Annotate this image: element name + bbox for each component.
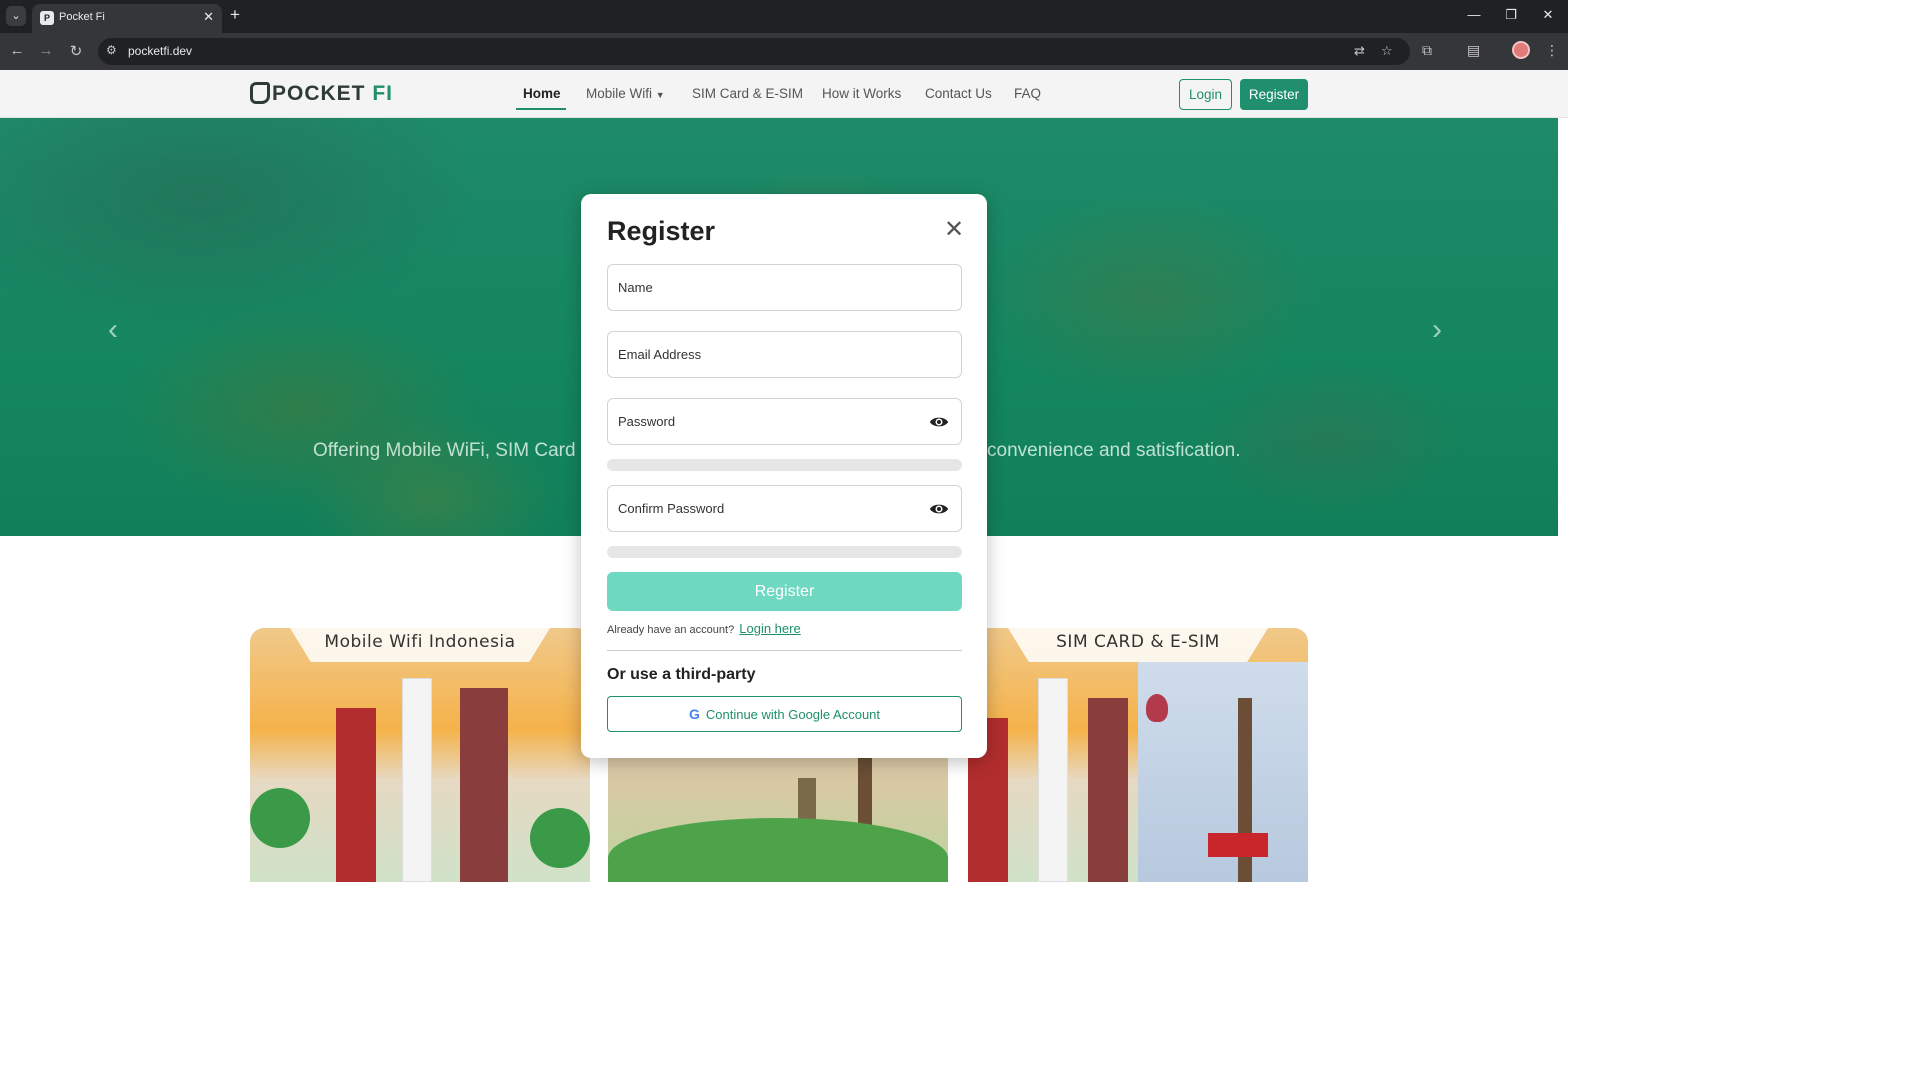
password-field-label: Password [618,414,676,429]
pagoda-illustration [336,708,376,882]
confirm-password-field[interactable]: Confirm Password [607,485,962,532]
nav-contact[interactable]: Contact Us [925,86,992,101]
favicon-icon: P [40,11,54,25]
clock-tower-illustration [460,688,508,882]
have-account-label: Already have an account? [607,624,735,636]
register-button[interactable]: Register [1240,79,1308,110]
menu-icon[interactable]: ⋮ [1545,42,1559,59]
password-strength-bar [607,459,962,471]
login-button[interactable]: Login [1179,79,1232,110]
monument-illustration [1038,678,1068,882]
nav-how-it-works[interactable]: How it Works [822,86,901,101]
nav-sim-card[interactable]: SIM Card & E-SIM [692,86,803,101]
product-card-mobile-wifi[interactable]: Mobile Wifi Indonesia [250,628,590,882]
monument-illustration [402,678,432,882]
browser-tab[interactable]: P Pocket Fi ✕ [32,4,222,33]
have-account-text: Already have an account? Login here [607,621,801,636]
forward-icon[interactable]: → [37,42,55,59]
logo-mark-icon [250,82,270,104]
hero-tagline-left: Offering Mobile WiFi, SIM Card [313,440,576,461]
window-close-icon[interactable]: ✕ [1538,7,1558,23]
google-button-label: Continue with Google Account [705,707,881,722]
browser-toolbar: ← → ↻ ⚙ pocketfi.dev ⇄ ☆ ⧉ ▤ ⋮ [0,33,1568,70]
tab-close-icon[interactable]: ✕ [203,9,214,25]
confirm-password-field-label: Confirm Password [618,501,725,516]
card-title: SIM CARD & E-SIM [1056,632,1220,652]
tree-illustration [250,788,310,848]
modal-title: Register [607,216,716,246]
tab-search-button[interactable]: ⌄ [6,6,26,26]
nav-mobile-wifi[interactable]: Mobile Wifi ▼ [586,86,665,101]
password-field[interactable]: Password [607,398,962,445]
google-icon: G [688,706,700,722]
balloon-illustration [1146,694,1168,722]
bus-illustration [1208,833,1268,857]
register-submit-button[interactable]: Register [607,572,962,611]
card-title: Mobile Wifi Indonesia [324,632,516,652]
url-text: pocketfi.dev [128,44,193,58]
hero-tagline-right: convenience and satisfication. [987,440,1241,461]
translate-icon[interactable]: ⇄ [1354,43,1365,59]
clock-tower-illustration [1088,698,1128,882]
back-icon[interactable]: ← [8,42,26,59]
address-bar[interactable]: ⚙ pocketfi.dev ⇄ ☆ [98,38,1410,65]
bookmark-star-icon[interactable]: ☆ [1381,43,1393,59]
name-field[interactable]: Name [607,264,962,311]
profile-avatar[interactable] [1512,41,1530,59]
logo-text: POCKET [272,82,366,105]
tree-illustration [530,808,590,868]
side-panel-icon[interactable]: ▤ [1467,42,1480,59]
site-navbar: POCKET FI Home Mobile Wifi ▼ SIM Card & … [0,70,1568,118]
login-here-link[interactable]: Login here [739,621,800,636]
email-field-label: Email Address [618,347,702,362]
minimize-icon[interactable]: — [1464,7,1484,22]
nav-faq[interactable]: FAQ [1014,86,1041,101]
site-logo[interactable]: POCKET FI [250,82,393,106]
nav-active-indicator [516,108,566,110]
new-tab-button[interactable]: + [230,5,240,25]
eye-icon[interactable] [929,413,949,431]
carousel-next-icon[interactable]: › [1432,313,1442,347]
name-field-label: Name [618,280,653,295]
email-field[interactable]: Email Address [607,331,962,378]
eye-icon[interactable] [929,500,949,518]
nav-home[interactable]: Home [523,86,561,101]
register-modal: Register ✕ Name Email Address Password C… [581,194,987,758]
tab-title: Pocket Fi [59,11,105,23]
carousel-prev-icon[interactable]: ‹ [108,313,118,347]
extensions-icon[interactable]: ⧉ [1422,42,1432,59]
confirm-strength-bar [607,546,962,558]
ground-illustration [608,818,948,882]
google-signin-button[interactable]: G Continue with Google Account [607,696,962,732]
close-icon[interactable]: ✕ [944,218,964,242]
restore-icon[interactable]: ❐ [1501,7,1521,23]
site-info-icon[interactable]: ⚙ [106,43,117,57]
caret-down-icon: ▼ [655,90,665,100]
nav-mobile-wifi-label: Mobile Wifi [586,86,653,101]
divider [607,650,962,651]
product-card-sim[interactable]: SIM CARD & E-SIM [968,628,1308,882]
reload-icon[interactable]: ↻ [67,42,85,60]
browser-tab-bar: ⌄ P Pocket Fi ✕ + — ❐ ✕ [0,0,1568,33]
logo-accent: FI [372,82,394,105]
third-party-heading: Or use a third-party [607,666,756,683]
